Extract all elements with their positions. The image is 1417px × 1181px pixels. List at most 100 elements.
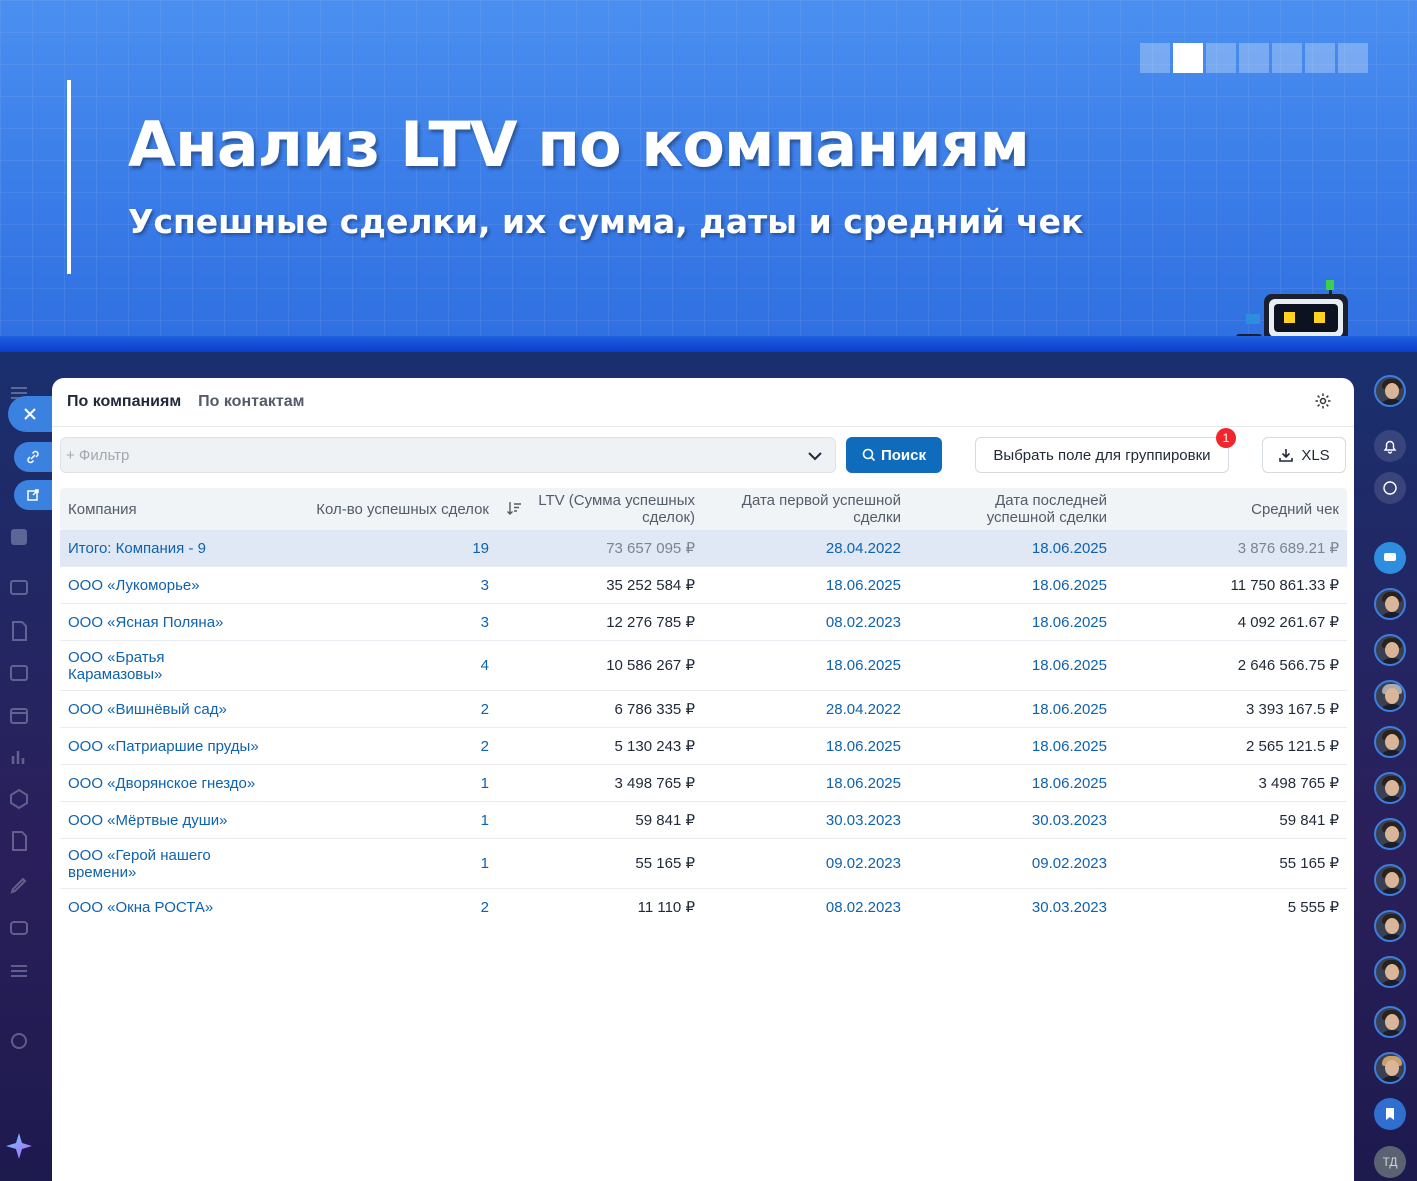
edit-doc-icon[interactable] (8, 830, 30, 852)
contact-avatar[interactable] (1374, 634, 1406, 666)
deals-count-link[interactable]: 1 (290, 839, 489, 888)
contact-avatar[interactable] (1374, 1052, 1406, 1084)
deals-count-link[interactable]: 4 (290, 641, 489, 690)
company-link[interactable]: ООО «Братья Карамазовы» (68, 641, 218, 690)
contact-avatar[interactable] (1374, 864, 1406, 896)
close-slider-button[interactable] (8, 396, 52, 432)
chevron-down-icon[interactable] (807, 448, 823, 464)
header-avg-check[interactable]: Средний чек (1130, 488, 1339, 530)
chats-button[interactable] (1374, 542, 1406, 574)
header-first-date[interactable]: Дата первой успешной сделки (720, 488, 901, 530)
search-button[interactable]: Поиск (846, 437, 942, 473)
company-link[interactable]: ООО «Лукоморье» (68, 567, 268, 603)
company-link[interactable]: ООО «Вишнёвый сад» (68, 691, 268, 727)
last-date-link[interactable]: 18.06.2025 (930, 604, 1107, 640)
last-date-link[interactable]: 30.03.2023 (930, 889, 1107, 926)
deals-count-link[interactable]: 3 (290, 604, 489, 640)
mcp-icon[interactable] (8, 960, 30, 982)
company-link[interactable]: ООО «Патриаршие пруды» (68, 728, 268, 764)
total-deals[interactable]: 19 (290, 530, 489, 566)
first-date-link[interactable]: 08.02.2023 (720, 889, 901, 926)
settings-icon[interactable] (8, 1030, 30, 1052)
bot-icon[interactable] (8, 916, 30, 938)
chat-search-button[interactable] (1374, 472, 1406, 504)
settings-gear-icon[interactable] (1314, 392, 1332, 410)
first-date-link[interactable]: 18.06.2025 (720, 765, 901, 801)
first-date-link[interactable]: 18.06.2025 (720, 641, 901, 690)
copy-link-button[interactable] (14, 442, 52, 472)
header-deals-count[interactable]: Кол-во успешных сделок (290, 488, 489, 530)
deals-count-link[interactable]: 1 (290, 802, 489, 838)
slide-dot[interactable] (1305, 43, 1335, 73)
last-date-link[interactable]: 18.06.2025 (930, 765, 1107, 801)
last-date-link[interactable]: 09.02.2023 (930, 839, 1107, 888)
tab-by-contacts[interactable]: По контактам (198, 393, 304, 411)
calendar-icon[interactable] (8, 704, 30, 726)
deals-count-link[interactable]: 2 (290, 889, 489, 926)
contact-avatar[interactable] (1374, 726, 1406, 758)
export-xls-button[interactable]: XLS (1262, 437, 1346, 473)
contact-avatar[interactable] (1374, 680, 1406, 712)
slide-dot[interactable] (1140, 43, 1170, 73)
first-date-link[interactable]: 30.03.2023 (720, 802, 901, 838)
analytics-icon[interactable] (8, 746, 30, 768)
ai-star-icon[interactable] (4, 1131, 34, 1161)
first-date-link[interactable]: 08.02.2023 (720, 604, 901, 640)
company-link[interactable]: ООО «Герой нашего времени» (68, 839, 228, 888)
tab-by-companies[interactable]: По компаниям (67, 393, 181, 411)
slide-dot[interactable] (1206, 43, 1236, 73)
deals-count-link[interactable]: 1 (290, 765, 489, 801)
last-date-link[interactable]: 18.06.2025 (930, 641, 1107, 690)
total-first-date[interactable]: 28.04.2022 (720, 530, 901, 566)
link-icon (27, 450, 39, 464)
contact-avatar[interactable] (1374, 772, 1406, 804)
open-new-window-button[interactable] (14, 480, 52, 510)
header-ltv[interactable]: LTV (Сумма успешных сделок) (510, 488, 695, 530)
contact-avatar[interactable] (1374, 588, 1406, 620)
company-link[interactable]: ООО «Окна РОСТА» (68, 889, 268, 926)
header-company[interactable]: Компания (68, 488, 268, 530)
ltv-value: 6 786 335 ₽ (614, 700, 695, 718)
first-date-link[interactable]: 18.06.2025 (720, 567, 901, 603)
document-icon[interactable] (8, 620, 30, 642)
avg-check-value: 59 841 ₽ (1279, 811, 1339, 829)
slide-dot[interactable] (1338, 43, 1368, 73)
last-date-link[interactable]: 18.06.2025 (930, 567, 1107, 603)
total-last-date[interactable]: 18.06.2025 (930, 530, 1107, 566)
filter-input[interactable]: + Фильтр (60, 437, 836, 473)
slide-dot-active[interactable] (1173, 43, 1203, 73)
total-company[interactable]: Итого: Компания - 9 (68, 530, 268, 566)
first-date-link[interactable]: 18.06.2025 (720, 728, 901, 764)
header-last-date[interactable]: Дата последней успешной сделки (930, 488, 1107, 530)
company-link[interactable]: ООО «Ясная Поляна» (68, 604, 268, 640)
contact-avatar[interactable] (1374, 1006, 1406, 1038)
deals-count-link[interactable]: 2 (290, 691, 489, 727)
last-date-link[interactable]: 30.03.2023 (930, 802, 1107, 838)
deals-count-link[interactable]: 3 (290, 567, 489, 603)
slide-dot[interactable] (1272, 43, 1302, 73)
first-date-link[interactable]: 28.04.2022 (720, 691, 901, 727)
user-avatar[interactable] (1374, 375, 1406, 407)
export-label: XLS (1301, 446, 1330, 464)
company-link[interactable]: ООО «Дворянское гнездо» (68, 765, 268, 801)
table-row: ООО «Дворянское гнездо» 1 3 498 765 ₽ 18… (60, 765, 1347, 802)
first-date-link[interactable]: 09.02.2023 (720, 839, 901, 888)
contact-avatar[interactable] (1374, 910, 1406, 942)
hexagon-icon[interactable] (8, 788, 30, 810)
table-row-total: Итого: Компания - 9 19 73 657 095 ₽ 28.0… (60, 530, 1347, 567)
last-date-link[interactable]: 18.06.2025 (930, 691, 1107, 727)
last-date-link[interactable]: 18.06.2025 (930, 728, 1107, 764)
group-by-field-button[interactable]: Выбрать поле для группировки (975, 437, 1229, 473)
bookmarks-button[interactable] (1374, 1098, 1406, 1130)
company-link[interactable]: ООО «Мёртвые души» (68, 802, 268, 838)
tasks-icon[interactable] (8, 526, 30, 548)
slide-dot[interactable] (1239, 43, 1269, 73)
contact-avatar[interactable] (1374, 956, 1406, 988)
store-icon[interactable] (8, 576, 30, 598)
deals-count-link[interactable]: 2 (290, 728, 489, 764)
contact-avatar[interactable] (1374, 818, 1406, 850)
pen-icon[interactable] (8, 874, 30, 896)
dashboard-icon[interactable] (8, 662, 30, 684)
user-initials-avatar[interactable]: ТД (1374, 1146, 1406, 1178)
notifications-button[interactable] (1374, 430, 1406, 462)
